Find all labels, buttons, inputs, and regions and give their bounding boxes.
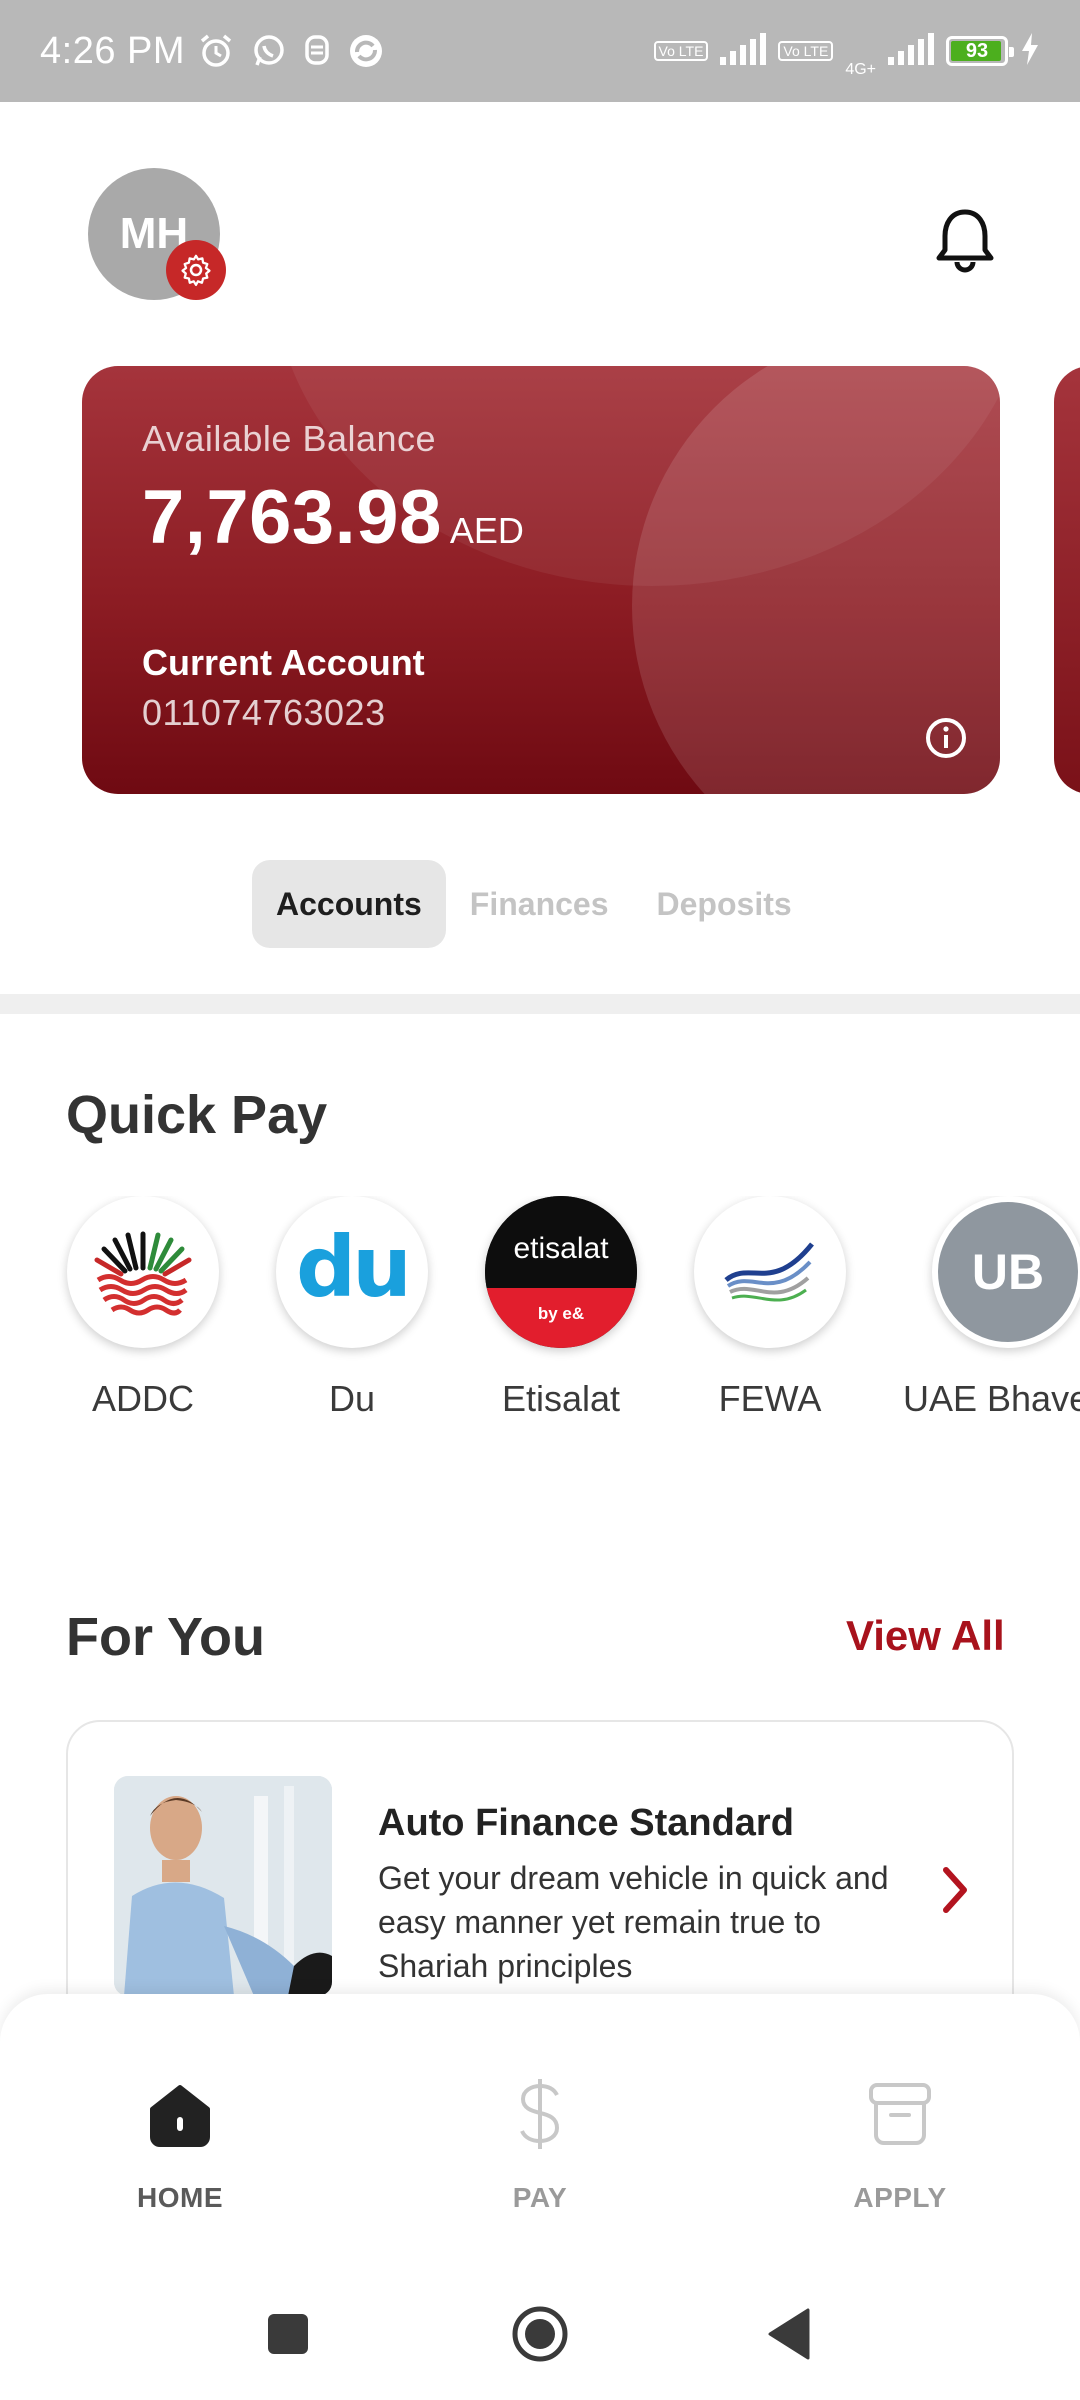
status-bar: 4:26 PM Vo LTE Vo LTE 4G+ 93 [0, 0, 1080, 102]
nav-label: PAY [512, 2182, 568, 2213]
balance-currency: AED [449, 510, 524, 551]
volte-badge-1: Vo LTE [653, 41, 709, 61]
du-logo-icon: du [276, 1196, 428, 1348]
quick-pay-label: Du [328, 1378, 376, 1419]
etisalat-logo-icon: etisalat by e& [485, 1196, 637, 1348]
uae-bhave-logo-icon: UB [932, 1196, 1080, 1348]
balance-card[interactable]: Available Balance 7,763.98 AED Current A… [82, 366, 1000, 794]
tab-accounts[interactable]: Accounts [252, 860, 446, 948]
nav-label: APPLY [853, 2182, 947, 2213]
alarm-icon [197, 32, 235, 70]
status-time: 4:26 PM [40, 29, 186, 72]
charging-icon [1020, 32, 1040, 70]
info-icon[interactable] [924, 716, 968, 760]
quick-pay-item-etisalat[interactable]: etisalat by e& Etisalat [456, 1196, 666, 1420]
quick-pay-item-uae-bhave[interactable]: UB UAE Bhave [903, 1196, 1080, 1420]
du-logo-text: du [296, 1218, 412, 1316]
nav-home[interactable]: HOME [70, 2074, 290, 2214]
balance-value: 7,763.98 [142, 475, 442, 560]
nav-label: HOME [137, 2182, 223, 2213]
quick-pay-label: ADDC [91, 1378, 194, 1419]
account-type: Current Account [142, 642, 425, 683]
tab-deposits[interactable]: Deposits [633, 860, 816, 948]
view-all-link[interactable]: View All [846, 1612, 1005, 1660]
fewa-logo-icon [694, 1196, 846, 1348]
quick-pay-title: Quick Pay [66, 1085, 328, 1145]
account-number: 011074763023 [142, 692, 386, 733]
section-divider [0, 994, 1080, 1014]
battery-level: 93 [965, 39, 989, 62]
etisalat-logo-subtext: by e& [537, 1304, 585, 1323]
archive-icon [790, 2074, 1010, 2154]
back-button[interactable] [766, 2308, 812, 2365]
bell-icon[interactable] [932, 205, 998, 275]
signal-icon [720, 32, 767, 70]
home-icon [70, 2074, 290, 2154]
nav-apply[interactable]: APPLY [790, 2074, 1010, 2214]
battery-indicator: 93 [946, 36, 1014, 66]
volte-badge-2: Vo LTE [778, 41, 834, 61]
sync-icon [347, 32, 385, 70]
signal-icon [888, 32, 934, 70]
account-tabs: Accounts Finances Deposits [252, 860, 816, 948]
nav-pay[interactable]: PAY [430, 2074, 650, 2214]
notification-icon [303, 33, 331, 69]
offer-description: Get your dream vehicle in quick and easy… [378, 1860, 889, 1984]
avatar[interactable]: MH [88, 168, 226, 300]
addc-logo-icon [67, 1196, 219, 1348]
settings-icon[interactable] [166, 240, 226, 300]
home-button[interactable] [510, 2304, 570, 2369]
quick-pay-item-du[interactable]: du Du [247, 1196, 457, 1420]
dollar-icon [430, 2074, 650, 2154]
chevron-right-icon[interactable] [936, 1860, 976, 1920]
recents-button[interactable] [266, 2312, 310, 2361]
etisalat-logo-text: etisalat [513, 1232, 609, 1265]
balance-amount: 7,763.98 AED [142, 474, 524, 561]
next-card-peek[interactable] [1054, 366, 1080, 794]
whatsapp-icon [251, 33, 287, 69]
tab-finances[interactable]: Finances [446, 860, 633, 948]
quick-pay-list: ADDC du Du etisalat by e& Etisalat FEWA … [0, 1196, 1080, 1436]
quick-pay-label: FEWA [718, 1378, 822, 1419]
quick-pay-item-addc[interactable]: ADDC [38, 1196, 248, 1420]
for-you-title: For You [66, 1607, 265, 1667]
offer-title: Auto Finance Standard [378, 1802, 794, 1844]
uae-bhave-initials: UB [971, 1244, 1045, 1300]
network-type: 4G+ [845, 61, 876, 78]
balance-label: Available Balance [142, 418, 437, 459]
quick-pay-item-fewa[interactable]: FEWA [665, 1196, 875, 1420]
system-navigation-bar [0, 2300, 1080, 2370]
offer-image [114, 1776, 332, 1996]
quick-pay-label: Etisalat [501, 1378, 621, 1419]
quick-pay-label: UAE Bhave [903, 1378, 1080, 1419]
